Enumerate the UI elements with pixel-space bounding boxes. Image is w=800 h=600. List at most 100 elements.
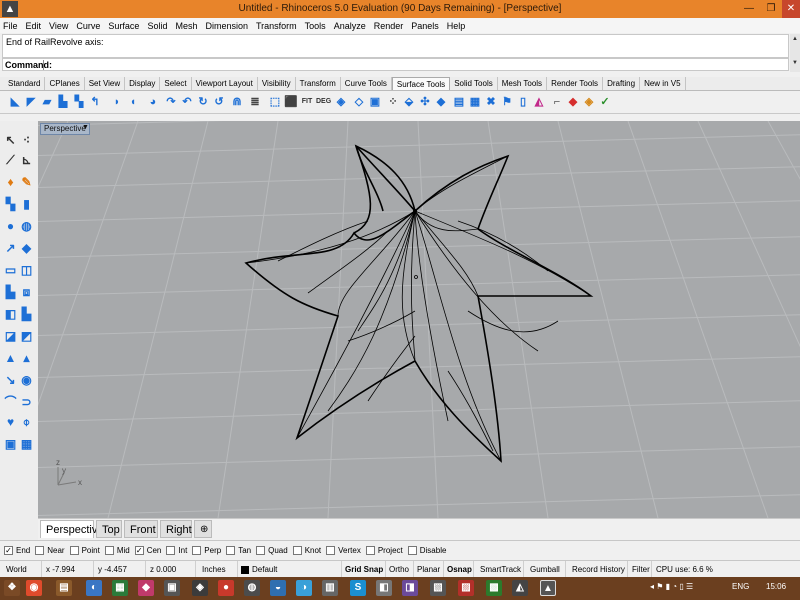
tab-visibility[interactable]: Visibility [258, 77, 296, 90]
surface-icon[interactable]: ▚ [3, 197, 18, 212]
tab-front[interactable]: Front [124, 520, 158, 538]
tab-curve-tools[interactable]: Curve Tools [341, 77, 392, 90]
environment-map-icon[interactable]: ◆ [566, 95, 580, 109]
rail-revolve-icon[interactable]: ◖ [126, 95, 140, 109]
array-icon[interactable]: ▭ [3, 263, 18, 278]
tab-solid-tools[interactable]: Solid Tools [450, 77, 498, 90]
tab-perspective[interactable]: Perspective [40, 520, 103, 538]
app-taskbar-icon-3[interactable]: ◆ [138, 580, 154, 596]
scroll-down-icon[interactable]: ▼ [791, 60, 799, 69]
app-taskbar-icon-7[interactable]: ◍ [244, 580, 260, 596]
clock[interactable]: 15:06 [766, 582, 786, 591]
twist-icon[interactable]: ◉ [19, 373, 34, 388]
checkbox-quad[interactable] [256, 546, 266, 555]
unroll-icon[interactable]: ▤ [452, 95, 466, 109]
explorer-taskbar-icon[interactable]: ▤ [56, 580, 72, 596]
app-taskbar-icon-2[interactable]: ▦ [112, 580, 128, 596]
menu-view[interactable]: View [49, 21, 68, 31]
merge-surface-icon[interactable]: ▣ [368, 95, 382, 109]
dimension-tool-icon[interactable]: ⌒ [3, 395, 18, 410]
mesh-icon[interactable]: ◍ [19, 219, 34, 234]
line-icon[interactable]: ⟋ [3, 153, 18, 168]
tab-transform[interactable]: Transform [296, 77, 341, 90]
chrome-taskbar-icon[interactable]: ◉ [26, 580, 42, 596]
curve-icon[interactable]: ♦ [3, 175, 18, 190]
planar-toggle[interactable]: Planar [414, 561, 444, 578]
grid-snap-toggle[interactable]: Grid Snap [342, 561, 386, 578]
osnap-toggle[interactable]: Osnap [444, 561, 474, 578]
tab-select[interactable]: Select [160, 77, 192, 90]
app-taskbar-icon-11[interactable]: ◧ [376, 580, 392, 596]
menu-curve[interactable]: Curve [76, 21, 100, 31]
skype-taskbar-icon[interactable]: S [350, 580, 366, 596]
osnap-perp[interactable]: Perp [192, 546, 221, 555]
planar-surface-icon[interactable]: ▰ [40, 95, 54, 109]
menu-file[interactable]: File [3, 21, 18, 31]
add-viewport-icon[interactable]: ⊕ [194, 520, 212, 538]
surface-point-icon[interactable]: ▯ [516, 95, 530, 109]
dimension-icon[interactable]: ⌐ [550, 95, 564, 109]
rhino-taskbar-icon[interactable]: ▲ [540, 580, 556, 596]
checkbox-tan[interactable] [226, 546, 236, 555]
osnap-project[interactable]: Project [365, 546, 403, 555]
light-icon[interactable]: ♥ [3, 415, 18, 430]
units-indicator[interactable]: Inches [196, 561, 238, 578]
chamfer-surface-icon[interactable]: ↶ [180, 95, 194, 109]
ortho-toggle[interactable]: Ortho [386, 561, 414, 578]
degree-icon[interactable]: DEG [316, 95, 331, 109]
app-taskbar-icon-14[interactable]: ▨ [458, 580, 474, 596]
control-points-icon[interactable]: ⁘ [386, 95, 400, 109]
revolve-icon[interactable]: ◗ [110, 95, 124, 109]
perspective-viewport[interactable]: x y z Perspective ▼ [38, 121, 800, 518]
checkbox-cen[interactable]: ✓ [134, 546, 144, 555]
menu-analyze[interactable]: Analyze [334, 21, 366, 31]
edit-points-icon[interactable]: ⬙ [402, 95, 416, 109]
camera-icon[interactable]: ⌽ [19, 415, 34, 430]
select-arrow-icon[interactable]: ↖ [3, 133, 18, 148]
app-taskbar-icon-13[interactable]: ▧ [430, 580, 446, 596]
checkbox-knot[interactable] [292, 546, 302, 555]
tab-right[interactable]: Right [160, 520, 192, 538]
extrude-icon[interactable]: ▙ [56, 95, 70, 109]
app-taskbar-icon-5[interactable]: ◈ [192, 580, 208, 596]
cap-holes-icon[interactable]: ◆ [434, 95, 448, 109]
osnap-cen[interactable]: ✓ Cen [134, 546, 161, 555]
checkbox-end[interactable]: ✓ [4, 546, 13, 555]
smarttrack-toggle[interactable]: SmartTrack [474, 561, 524, 578]
osnap-tan[interactable]: Tan [226, 546, 251, 555]
scale-icon[interactable]: ◩ [19, 329, 34, 344]
language-indicator[interactable]: ENG [732, 582, 749, 591]
offset-surface-icon[interactable]: ↺ [212, 95, 226, 109]
fit-icon[interactable]: FIT [300, 95, 314, 109]
rotate-icon[interactable]: ◪ [3, 329, 18, 344]
boolean-icon[interactable]: ◫ [19, 263, 34, 278]
minimize-button[interactable]: — [738, 0, 760, 18]
osnap-near[interactable]: Near [35, 546, 65, 555]
checkbox-project[interactable] [365, 546, 375, 555]
command-scrollbar[interactable]: ▲ ▼ [790, 34, 800, 72]
pyramid-icon[interactable]: ▴ [19, 351, 34, 366]
viewport-menu-icon[interactable]: ▼ [82, 124, 89, 131]
record-history-toggle[interactable]: Record History [566, 561, 628, 578]
split-surface-icon[interactable]: ≣ [248, 95, 262, 109]
freeform-curve-icon[interactable]: ✎ [19, 175, 34, 190]
patch-icon[interactable]: ✖ [484, 95, 498, 109]
checkbox-disable[interactable] [407, 546, 417, 555]
app-taskbar-icon-9[interactable]: ◑ [296, 580, 312, 596]
checkbox-perp[interactable] [192, 546, 202, 555]
point-icon[interactable]: ⁖ [19, 133, 34, 148]
app-taskbar-icon-4[interactable]: ▣ [164, 580, 180, 596]
app-taskbar-icon-15[interactable]: ▩ [486, 580, 502, 596]
menu-help[interactable]: Help [447, 21, 466, 31]
app-taskbar-icon-8[interactable]: ◒ [270, 580, 286, 596]
menu-dimension[interactable]: Dimension [205, 21, 248, 31]
tab-mesh-tools[interactable]: Mesh Tools [498, 77, 548, 90]
menu-panels[interactable]: Panels [411, 21, 439, 31]
osnap-vertex[interactable]: Vertex [326, 546, 361, 555]
copy-icon[interactable]: ▙ [19, 307, 34, 322]
extrude-curve-icon[interactable]: ↗ [3, 241, 18, 256]
app-taskbar-icon-1[interactable]: ◐ [86, 580, 102, 596]
surface-from-points-icon[interactable]: ◣ [8, 95, 22, 109]
shrink-trimmed-icon[interactable]: ⬚ [268, 95, 282, 109]
close-button[interactable]: ✕ [782, 0, 800, 18]
